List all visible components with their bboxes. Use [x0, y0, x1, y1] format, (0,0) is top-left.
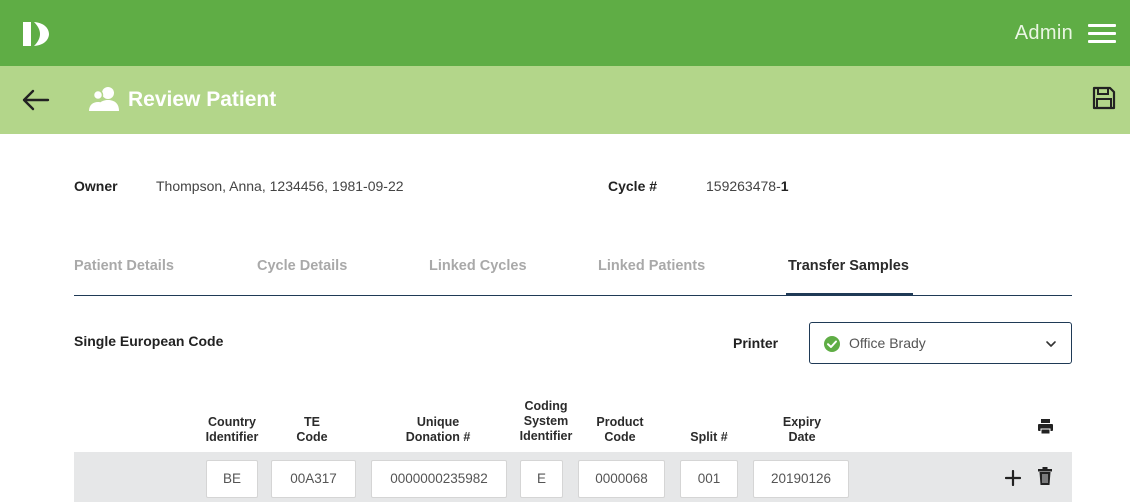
printer-selected-value: Office Brady: [849, 335, 926, 351]
tab-patient-details[interactable]: Patient Details: [74, 258, 174, 274]
print-icon[interactable]: [1037, 418, 1054, 435]
cycle-value: 159263478-1: [706, 178, 789, 194]
printer-label: Printer: [733, 335, 779, 351]
split-input[interactable]: 001: [680, 460, 738, 498]
patients-icon: [89, 87, 119, 111]
section-title: Single European Code: [74, 333, 224, 349]
product-code-input[interactable]: 0000068: [578, 460, 665, 498]
cycle-suffix: 1: [780, 178, 789, 194]
tab-linked-patients[interactable]: Linked Patients: [598, 258, 705, 274]
owner-value: Thompson, Anna, 1234456, 1981-09-22: [156, 178, 404, 194]
column-header-product-code: Product Code: [596, 415, 644, 444]
tab-divider: [74, 295, 1072, 296]
column-header-unique-donation: Unique Donation #: [405, 415, 471, 444]
check-circle-icon: [824, 336, 840, 352]
active-tab-indicator: [786, 293, 913, 296]
top-app-bar: Admin: [0, 0, 1130, 66]
menu-icon[interactable]: [1088, 24, 1116, 44]
owner-label: Owner: [74, 178, 118, 194]
user-menu-label[interactable]: Admin: [1015, 22, 1073, 45]
page-title: Review Patient: [128, 88, 277, 111]
page-header: Review Patient: [0, 66, 1130, 134]
unique-donation-input[interactable]: 0000000235982: [371, 460, 507, 498]
cycle-number: 159263478-: [706, 178, 781, 194]
tab-transfer-samples[interactable]: Transfer Samples: [788, 258, 909, 274]
te-code-input[interactable]: 00A317: [271, 460, 356, 498]
chevron-down-icon: [1046, 341, 1056, 347]
column-header-expiry-date: Expiry Date: [782, 415, 822, 444]
country-identifier-input[interactable]: BE: [206, 460, 258, 498]
coding-system-input[interactable]: E: [520, 460, 563, 498]
save-icon[interactable]: [1092, 86, 1116, 110]
add-row-icon[interactable]: [1005, 470, 1021, 486]
printer-select[interactable]: Office Brady: [809, 322, 1072, 364]
expiry-date-input[interactable]: 20190126: [753, 460, 849, 498]
column-header-country-identifier: Country Identifier: [205, 415, 259, 444]
column-header-te-code: TE Code: [296, 415, 328, 444]
tab-cycle-details[interactable]: Cycle Details: [257, 258, 347, 274]
cycle-label: Cycle #: [608, 178, 658, 194]
column-header-split: Split #: [690, 430, 728, 444]
column-header-coding-system-identifier: Coding System Identifier: [519, 399, 573, 443]
delete-row-icon[interactable]: [1038, 467, 1052, 485]
tab-linked-cycles[interactable]: Linked Cycles: [429, 258, 527, 274]
app-logo-icon[interactable]: [22, 20, 50, 48]
back-arrow-icon[interactable]: [22, 88, 50, 112]
